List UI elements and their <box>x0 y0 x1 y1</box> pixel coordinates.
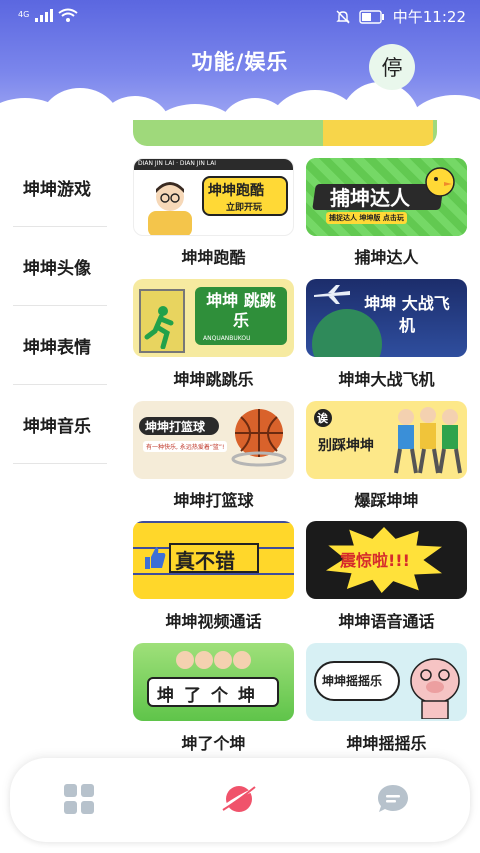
game-label-stomp[interactable]: 爆踩坤坤 <box>306 487 467 511</box>
thumbs-up-icon <box>145 547 166 569</box>
character-icon <box>148 182 192 235</box>
chick-icon <box>425 167 455 197</box>
grid-icon[interactable] <box>62 782 96 816</box>
game-label-kun-le-ge-kun[interactable]: 坤了个坤 <box>133 730 294 754</box>
network-type: 4G <box>18 10 30 19</box>
runner-icon <box>144 306 174 349</box>
game-card-kun-le-ge-kun[interactable]: 坤了个坤 <box>133 643 294 721</box>
banner-plane: 坤坤 大战飞机 <box>364 294 450 335</box>
banner-basketball: 坤坤打篮球 <box>145 420 206 434</box>
category-item-music[interactable]: 坤坤音乐 <box>13 385 107 464</box>
game-label-jump[interactable]: 坤坤跳跳乐 <box>133 366 294 390</box>
category-item-games[interactable]: 坤坤游戏 <box>13 148 107 227</box>
stop-button[interactable]: 停 <box>369 44 415 90</box>
chat-icon[interactable] <box>376 782 410 816</box>
battery-icon <box>359 9 384 24</box>
partial-card <box>133 120 437 146</box>
game-label-plane[interactable]: 坤坤大战飞机 <box>306 366 467 390</box>
header: 4G 中午11:22 功能/娱乐 停 <box>0 0 480 132</box>
faces-icon <box>176 651 251 669</box>
people-icon <box>394 407 462 474</box>
banner-jump: 坤坤 跳跳乐 <box>206 291 276 330</box>
game-label-voice-call[interactable]: 坤坤语音通话 <box>306 608 467 632</box>
airplane-icon <box>314 285 350 304</box>
status-time: 中午11:22 <box>392 8 466 26</box>
banner-stomp: 别踩坤坤 <box>318 438 374 454</box>
game-label-basketball[interactable]: 坤坤打篮球 <box>133 487 294 511</box>
mute-icon <box>336 10 350 23</box>
game-card-voice-call[interactable]: 震惊啦!!! <box>306 521 467 599</box>
game-label-shake[interactable]: 坤坤摇摇乐 <box>306 730 467 754</box>
category-item-avatars[interactable]: 坤坤头像 <box>13 227 107 306</box>
game-card-parkour[interactable]: DIAN JIN LAI · DIAN JIN LAI 坤坤跑酷 立即开玩 <box>133 158 294 236</box>
banner-catcher: 捕坤达人 <box>330 186 410 210</box>
banner-shake: 坤坤摇摇乐 <box>322 674 383 688</box>
game-card-catcher[interactable]: 捕坤达人 捕捉达人 坤坤版 点击玩 <box>306 158 467 236</box>
game-label-catcher[interactable]: 捕坤达人 <box>306 244 467 268</box>
bottom-nav <box>10 758 470 842</box>
planet-icon[interactable] <box>222 782 256 816</box>
game-card-video-call[interactable]: 真不错 <box>133 521 294 599</box>
status-bar: 4G 中午11:22 <box>0 0 480 32</box>
game-card-plane[interactable]: 坤坤 大战飞机 <box>306 279 467 357</box>
signal-icon <box>35 9 54 22</box>
game-card-jump[interactable]: 坤坤 跳跳乐 ANQUANBUKOU <box>133 279 294 357</box>
basketball-icon <box>231 409 287 467</box>
game-card-basketball[interactable]: 坤坤打篮球 有一种快乐, 永远热爱着“篮”! <box>133 401 294 479</box>
game-label-video-call[interactable]: 坤坤视频通话 <box>133 608 294 632</box>
game-card-shake[interactable]: 坤坤摇摇乐 <box>306 643 467 721</box>
category-item-stickers[interactable]: 坤坤表情 <box>13 306 107 385</box>
banner-parkour: 坤坤跑酷 <box>208 183 264 199</box>
banner-voice-call: 震惊啦!!! <box>340 551 410 570</box>
category-list: 坤坤游戏 坤坤头像 坤坤表情 坤坤音乐 <box>13 148 107 464</box>
banner-video-call: 真不错 <box>175 549 235 573</box>
game-card-stomp[interactable]: 诶 别踩坤坤 <box>306 401 467 479</box>
game-label-parkour[interactable]: 坤坤跑酷 <box>133 244 294 268</box>
wifi-icon <box>58 8 78 22</box>
pig-icon <box>410 658 460 719</box>
banner-kun-le-ge-kun: 坤了个坤 <box>157 686 265 706</box>
